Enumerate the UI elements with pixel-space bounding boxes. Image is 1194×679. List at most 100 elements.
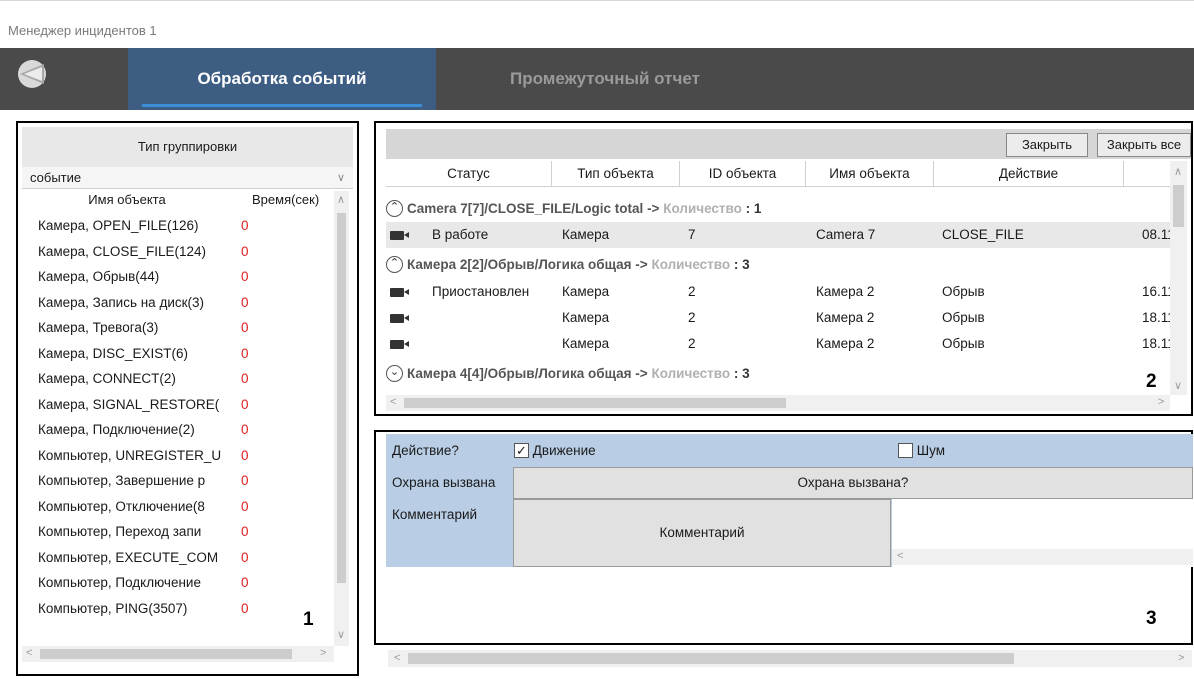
table-row[interactable]: Приостановлен Камера 2 Камера 2 Обрыв 16… (386, 279, 1176, 305)
list-item[interactable]: Компьютер, Переход запи 0 (22, 519, 334, 545)
list-item[interactable]: Компьютер, EXECUTE_COM 0 (22, 545, 334, 571)
list-item[interactable]: Компьютер, PING(3507) 0 (22, 596, 334, 622)
close-button[interactable]: Закрыть (1006, 133, 1088, 157)
table-row[interactable]: Камера 2 Камера 2 Обрыв 18.11 (386, 305, 1176, 331)
list-item[interactable]: Компьютер, Отключение(8 0 (22, 494, 334, 520)
list-item[interactable]: Компьютер, UNREGISTER_U 0 (22, 443, 334, 469)
chevron-down-icon: ∨ (336, 172, 345, 184)
panel-number-badge: 1 (303, 609, 314, 630)
events-vertical-scrollbar[interactable]: ∧ ∨ (1170, 161, 1187, 395)
objects-horizontal-scrollbar[interactable]: < > (22, 646, 334, 662)
panel-number-badge: 2 (1146, 371, 1157, 392)
list-item[interactable]: Компьютер, Завершение р 0 (22, 468, 334, 494)
object-name: Компьютер, Завершение р (38, 473, 206, 488)
noise-checkbox[interactable]: Шум (898, 434, 945, 467)
scroll-down-icon[interactable]: ∨ (1174, 379, 1182, 392)
object-time: 0 (241, 600, 249, 616)
object-name: Камера, Тревога(3) (38, 320, 159, 335)
table-row[interactable]: В работе Камера 7 Camera 7 CLOSE_FILE 08… (386, 222, 1176, 248)
object-name: Камера, Запись на диск(3) (38, 294, 205, 310)
column-time-sec[interactable]: Время(сек) (252, 189, 332, 211)
comment-button[interactable]: Комментарий (513, 499, 891, 567)
motion-checkbox[interactable]: ✓ Движение (514, 434, 596, 467)
list-item[interactable]: Камера, OPEN_FILE(126) 0 (22, 213, 334, 239)
comment-row: Комментарий Комментарий < (386, 499, 1193, 567)
collapse-icon[interactable]: ⌃ (386, 255, 403, 273)
scroll-down-icon[interactable]: ∨ (337, 628, 345, 641)
scroll-right-icon[interactable]: > (320, 647, 326, 659)
list-item[interactable]: Камера, Запись на диск(3) 0 (22, 290, 334, 316)
list-item[interactable]: Камера, CONNECT(2) 0 (22, 366, 334, 392)
list-item[interactable]: Камера, SIGNAL_RESTORE(0 (22, 392, 334, 418)
camera-icon (390, 314, 409, 323)
group-header[interactable]: ⌄ Камера 4[4]/Обрыв/Логика общая -> Колич… (386, 361, 1176, 387)
objects-vertical-scrollbar[interactable]: ∧ ∨ (334, 191, 349, 646)
tab-event-processing[interactable]: Обработка событий (128, 48, 436, 110)
scroll-thumb[interactable] (408, 653, 1014, 664)
row-id: 7 (688, 227, 696, 242)
collapse-icon[interactable]: ⌃ (386, 199, 403, 217)
noise-checkbox-label: Шум (916, 443, 946, 458)
list-item[interactable]: Камера, CLOSE_FILE(124) 0 (22, 239, 334, 265)
app-logo-icon[interactable] (16, 58, 48, 90)
events-table-header: Статус Тип объекта ID объекта Имя объект… (386, 161, 1178, 187)
grouping-type-value: событие (30, 170, 82, 185)
list-item[interactable]: Компьютер, Подключение 0 (22, 570, 334, 596)
scroll-left-icon[interactable]: < (26, 647, 32, 659)
object-name: Компьютер, Подключение (38, 575, 201, 590)
scroll-up-icon[interactable]: ∧ (337, 193, 345, 206)
row-name: Камера 2 (816, 310, 875, 325)
table-row[interactable]: Камера 2 Камера 2 Обрыв 18.11 (386, 331, 1176, 357)
row-action: CLOSE_FILE (942, 227, 1024, 242)
row-action: Обрыв (942, 310, 985, 325)
motion-checkbox-label: Движение (532, 443, 596, 458)
scroll-left-icon[interactable]: < (394, 652, 400, 664)
object-name: Камера, Подключение(2) (38, 422, 195, 437)
list-item[interactable]: Камера, Подключение(2) 0 (22, 417, 334, 443)
camera-icon (390, 288, 409, 297)
scroll-thumb[interactable] (1173, 185, 1184, 227)
comment-horizontal-scrollbar[interactable]: < (892, 549, 1193, 565)
checkbox-checked-icon: ✓ (514, 442, 529, 458)
guard-row: Охрана вызвана Охрана вызвана? (386, 467, 1193, 499)
expand-icon[interactable]: ⌄ (386, 364, 403, 382)
close-all-button[interactable]: Закрыть все (1097, 133, 1191, 157)
column-object-name[interactable]: Имя объекта (22, 189, 232, 211)
scroll-thumb[interactable] (40, 649, 292, 659)
group-header[interactable]: ⌃ Камера 2[2]/Обрыв/Логика общая -> Колич… (386, 252, 1176, 278)
tab-interim-report[interactable]: Промежуточный отчет (510, 48, 730, 110)
grouping-type-select[interactable]: событие ∨ (22, 167, 353, 189)
object-name: Камера, CONNECT(2) (38, 371, 176, 386)
column-object-name[interactable]: Имя объекта (806, 161, 934, 187)
panel-number-badge: 3 (1146, 608, 1157, 629)
column-object-type[interactable]: Тип объекта (552, 161, 680, 187)
scroll-thumb[interactable] (337, 213, 346, 583)
events-horizontal-scrollbar[interactable]: < > (386, 395, 1170, 411)
scroll-right-icon[interactable]: > (1158, 396, 1164, 408)
scroll-right-icon[interactable]: > (1178, 652, 1184, 664)
row-action: Обрыв (942, 284, 985, 299)
top-navigation: Обработка событий Промежуточный отчет (0, 48, 1194, 110)
list-item[interactable]: Камера, DISC_EXIST(6) 0 (22, 341, 334, 367)
main-horizontal-scrollbar[interactable]: < > (388, 650, 1192, 667)
list-item[interactable]: Камера, Тревога(3) 0 (22, 315, 334, 341)
column-status[interactable]: Статус (386, 161, 552, 187)
events-panel: Закрыть Закрыть все Статус Тип объекта I… (374, 121, 1193, 416)
window-title: Менеджер инцидентов 1 (8, 23, 157, 38)
events-toolbar: Закрыть Закрыть все (386, 129, 1191, 159)
list-item[interactable]: Камера, Обрыв(44) 0 (22, 264, 334, 290)
column-action[interactable]: Действие (934, 161, 1124, 187)
group-header[interactable]: ⌃ Camera 7[7]/CLOSE_FILE/Logic total -> К… (386, 196, 1176, 222)
comment-input[interactable]: < (892, 499, 1193, 567)
scroll-left-icon[interactable]: < (897, 550, 903, 562)
scroll-thumb[interactable] (404, 398, 786, 408)
object-time: 0 (241, 473, 249, 488)
row-name: Камера 2 (816, 336, 875, 351)
checkbox-unchecked-icon (898, 442, 913, 458)
group-qty: 1 (753, 201, 762, 216)
column-object-id[interactable]: ID объекта (680, 161, 806, 187)
scroll-up-icon[interactable]: ∧ (1174, 165, 1182, 178)
object-time: 0 (241, 396, 249, 412)
scroll-left-icon[interactable]: < (390, 396, 396, 408)
guard-called-button[interactable]: Охрана вызвана? (513, 467, 1193, 499)
